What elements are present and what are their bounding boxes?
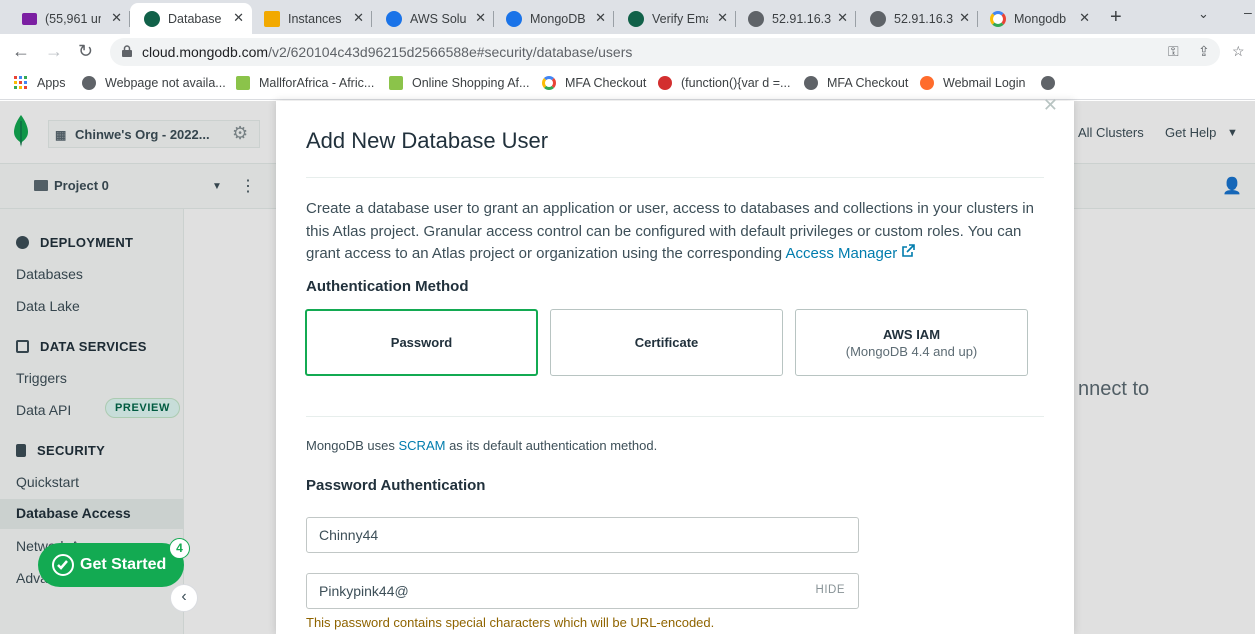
aws-box-icon — [264, 10, 280, 27]
auth-method-label: Authentication Method — [306, 278, 469, 295]
divider — [306, 416, 1044, 417]
close-icon[interactable]: ✕ — [1079, 10, 1090, 26]
close-icon[interactable]: ✕ — [959, 10, 970, 26]
bookmark-apps[interactable]: Apps — [14, 76, 66, 90]
bookmark-function-script[interactable]: (function(){var d =... — [658, 76, 790, 90]
bookmark-mallforafrica[interactable]: MallforAfrica - Afric... — [236, 76, 374, 90]
gmail-icon — [22, 12, 37, 25]
lock-icon — [122, 45, 132, 57]
close-icon[interactable]: ✕ — [1043, 95, 1058, 116]
auth-certificate-button[interactable]: Certificate — [550, 309, 783, 376]
google-icon — [542, 76, 556, 90]
chevron-left-icon: ‹ — [181, 588, 187, 605]
password-auth-label: Password Authentication — [306, 477, 486, 494]
collapse-sidebar-button[interactable]: ‹ — [170, 584, 198, 612]
mongodb-leaf-icon — [628, 10, 644, 27]
browser-tab-verify-email[interactable]: Verify Ema ✕ — [614, 3, 736, 34]
back-arrow-icon[interactable]: ← — [12, 41, 30, 62]
check-circle-icon — [52, 554, 74, 576]
cpanel-icon — [920, 76, 934, 90]
bookmark-online-shopping[interactable]: Online Shopping Af... — [389, 76, 529, 90]
globe-icon — [748, 10, 764, 27]
modal-description: Create a database user to grant an appli… — [306, 200, 1034, 262]
shopping-bag-icon — [236, 76, 250, 90]
close-icon[interactable]: ✕ — [353, 10, 364, 26]
add-database-user-modal: ✕ Add New Database User Create a databas… — [276, 95, 1074, 634]
browser-tab-mongodb[interactable]: MongoDB ✕ — [492, 3, 614, 34]
divider — [306, 177, 1044, 178]
browser-tab-ip-1[interactable]: 52.91.16.3 ✕ — [734, 3, 856, 34]
address-bar[interactable]: cloud.mongodb.com/v2/620104c43d96215d256… — [110, 38, 1245, 66]
auth-aws-iam-button[interactable]: AWS IAM (MongoDB 4.4 and up) — [795, 309, 1028, 376]
bookmark-webmail-login[interactable]: Webmail Login — [920, 76, 1025, 90]
bookmark-globe[interactable] — [1041, 76, 1064, 90]
bookmark-webpage-not-available[interactable]: Webpage not availa... — [82, 76, 226, 90]
apps-grid-icon — [14, 76, 27, 89]
bookmark-mfa-checkout-2[interactable]: MFA Checkout — [804, 76, 908, 90]
window-minimize-icon[interactable]: – — [1244, 4, 1252, 20]
globe-icon — [1041, 76, 1055, 90]
browser-tab-bar: (55,961 un ✕ Database / ✕ Instances | ✕ … — [0, 0, 1255, 34]
reload-icon[interactable]: ↻ — [78, 41, 93, 62]
external-link-icon — [902, 244, 916, 257]
globe-icon — [82, 76, 96, 90]
globe-icon — [870, 10, 886, 27]
shopping-bag-icon — [389, 76, 403, 90]
mongodb-swirl-icon — [386, 10, 402, 27]
username-input[interactable]: Chinny44 — [306, 517, 859, 553]
forward-arrow-icon[interactable]: → — [45, 41, 63, 62]
browser-tab-ip-2[interactable]: 52.91.16.3 ✕ — [856, 3, 978, 34]
scram-link[interactable]: SCRAM — [399, 438, 446, 453]
close-icon[interactable]: ✕ — [717, 10, 728, 26]
browser-tab-aws-solutions[interactable]: AWS Soluti ✕ — [372, 3, 494, 34]
globe-icon — [804, 76, 818, 90]
browser-tab-instances[interactable]: Instances | ✕ — [250, 3, 372, 34]
bookmarks-bar: Apps Webpage not availa... MallforAfrica… — [0, 70, 1255, 100]
new-tab-button[interactable]: + — [1110, 6, 1122, 29]
close-icon[interactable]: ✕ — [595, 10, 606, 26]
google-icon — [990, 10, 1006, 27]
mongodb-swirl-icon — [506, 10, 522, 27]
close-icon[interactable]: ✕ — [475, 10, 486, 26]
mongodb-leaf-icon — [144, 10, 160, 27]
tab-search-icon[interactable]: ⌄ — [1198, 6, 1209, 22]
url-text: cloud.mongodb.com/v2/620104c43d96215d256… — [142, 44, 633, 60]
auth-password-button[interactable]: Password — [305, 309, 538, 376]
password-input[interactable]: Pinkypink44@ HIDE — [306, 573, 859, 609]
access-manager-link[interactable]: Access Manager — [785, 244, 916, 262]
close-icon[interactable]: ✕ — [111, 10, 122, 26]
share-icon[interactable]: ⇪ — [1198, 43, 1210, 60]
star-icon[interactable]: ☆ — [1232, 43, 1245, 60]
browser-tab-gmail[interactable]: (55,961 un ✕ — [8, 3, 130, 34]
browser-tab-database[interactable]: Database / ✕ — [130, 3, 252, 34]
hide-password-toggle[interactable]: HIDE — [816, 584, 845, 596]
password-warning: This password contains special character… — [306, 615, 715, 630]
get-started-button[interactable]: Get Started — [38, 543, 184, 587]
bookmark-mfa-checkout-1[interactable]: MFA Checkout — [542, 76, 646, 90]
script-icon — [658, 76, 672, 90]
close-icon[interactable]: ✕ — [837, 10, 848, 26]
browser-toolbar: ← → ↻ cloud.mongodb.com/v2/620104c43d962… — [0, 34, 1255, 70]
key-icon[interactable]: ⚿ — [1168, 43, 1179, 60]
close-icon[interactable]: ✕ — [233, 10, 244, 26]
modal-title: Add New Database User — [306, 128, 549, 153]
get-started-count-badge: 4 — [169, 538, 190, 559]
scram-note: MongoDB uses SCRAM as its default authen… — [306, 438, 658, 453]
browser-tab-google-mongodb[interactable]: Mongodb ✕ — [976, 3, 1098, 34]
